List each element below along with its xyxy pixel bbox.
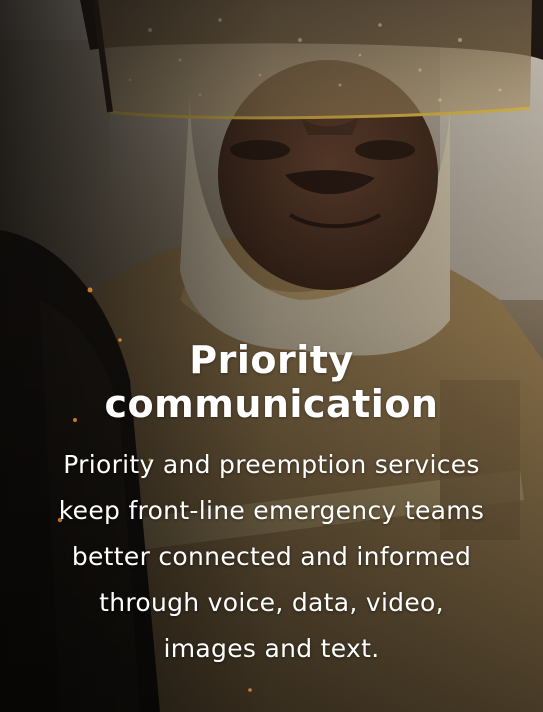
headline: Priority communication — [0, 338, 543, 426]
promo-copy: Priority communication Priority and pree… — [0, 338, 543, 672]
description-line: Priority and preemption services — [63, 450, 480, 479]
description-line: through voice, data, video, — [99, 588, 444, 617]
description-line: keep front-line emergency teams — [58, 496, 485, 525]
description-line: images and text. — [163, 634, 380, 663]
description: Priority and preemption services keep fr… — [0, 442, 543, 672]
headline-line: Priority — [189, 338, 354, 382]
description-line: better connected and informed — [71, 542, 472, 571]
headline-line: communication — [104, 382, 439, 426]
promo-card: Priority communication Priority and pree… — [0, 0, 543, 712]
